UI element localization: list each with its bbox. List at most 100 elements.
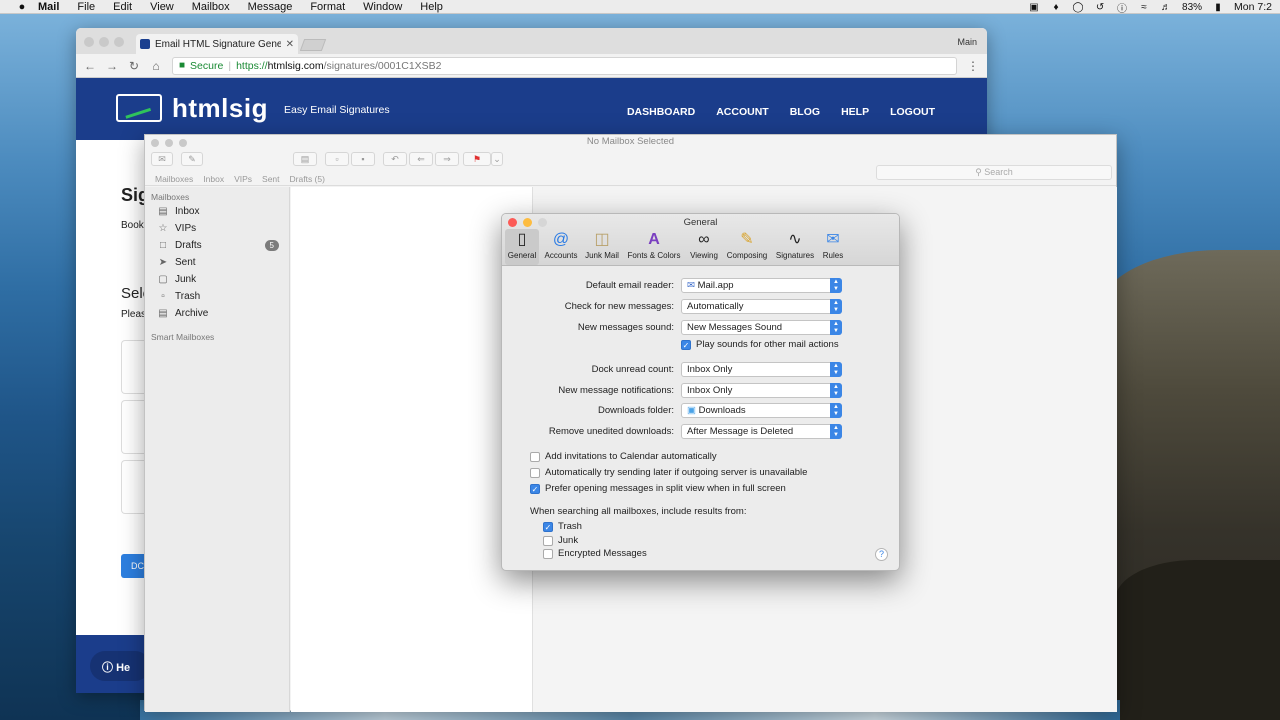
check-messages-select[interactable]: Automatically ▲ ▼ bbox=[681, 299, 842, 314]
tab-fonts-colors[interactable]: A Fonts & Colors bbox=[624, 229, 684, 265]
menu-help[interactable]: Help bbox=[420, 1, 443, 13]
tab-junk-mail[interactable]: ◫ Junk Mail bbox=[583, 229, 621, 265]
template-card[interactable] bbox=[121, 460, 145, 514]
wifi-icon[interactable]: ≈ bbox=[1138, 2, 1150, 13]
site-logo[interactable]: htmlsig bbox=[172, 93, 268, 124]
menu-mailbox[interactable]: Mailbox bbox=[192, 1, 230, 13]
volume-icon[interactable]: ♬ bbox=[1160, 2, 1172, 13]
menu-app-name[interactable]: Mail bbox=[38, 1, 59, 13]
menu-message[interactable]: Message bbox=[248, 1, 293, 13]
sidebar-item-trash[interactable]: ▫ Trash bbox=[157, 288, 287, 304]
archive-icon: ▤ bbox=[158, 307, 168, 319]
tab-general[interactable]: ▯ General bbox=[505, 229, 539, 265]
info-icon[interactable]: ⓘ bbox=[1116, 0, 1128, 15]
tab-viewing[interactable]: ∞ Viewing bbox=[687, 229, 721, 265]
screen-icon[interactable]: ▣ bbox=[1028, 2, 1040, 13]
apple-menu-icon[interactable]: ● bbox=[14, 1, 30, 13]
fav-vips[interactable]: VIPs bbox=[234, 174, 252, 184]
menu-edit[interactable]: Edit bbox=[113, 1, 132, 13]
send-later-checkbox[interactable]: Automatically try sending later if outgo… bbox=[530, 466, 807, 479]
help-widget-button[interactable]: ⓘ He bbox=[90, 651, 150, 681]
reply-all-icon[interactable]: ⇐ bbox=[409, 152, 433, 166]
nav-account[interactable]: ACCOUNT bbox=[716, 106, 769, 118]
menu-window[interactable]: Window bbox=[363, 1, 402, 13]
sidebar-item-archive[interactable]: ▤ Archive bbox=[157, 305, 287, 321]
url-host: htmlsig.com bbox=[267, 59, 324, 72]
menu-file[interactable]: File bbox=[77, 1, 95, 13]
field-check-messages: Check for new messages: Automatically ▲ ▼ bbox=[502, 299, 899, 315]
search-junk-checkbox[interactable]: Junk bbox=[543, 534, 578, 547]
flag-icon[interactable]: ⚑ bbox=[463, 152, 491, 166]
profile-name[interactable]: Main bbox=[957, 37, 977, 47]
nav-dashboard[interactable]: DASHBOARD bbox=[627, 106, 695, 118]
sidebar-item-sent[interactable]: ➤ Sent bbox=[157, 254, 287, 270]
fav-sent[interactable]: Sent bbox=[262, 174, 280, 184]
search-encrypted-checkbox[interactable]: Encrypted Messages bbox=[543, 547, 647, 560]
junk-button-icon[interactable]: ▪ bbox=[351, 152, 375, 166]
minimize-button[interactable] bbox=[99, 37, 109, 47]
delete-icon[interactable]: ▫ bbox=[325, 152, 349, 166]
split-view-checkbox[interactable]: ✓ Prefer opening messages in split view w… bbox=[530, 482, 786, 495]
timemachine-icon[interactable]: ↺ bbox=[1094, 2, 1106, 13]
close-button[interactable] bbox=[84, 37, 94, 47]
location-icon[interactable]: ◯ bbox=[1072, 2, 1084, 13]
search-trash-checkbox[interactable]: ✓ Trash bbox=[543, 520, 582, 533]
sidebar-item-vips[interactable]: ☆ VIPs bbox=[157, 220, 287, 236]
reload-icon[interactable]: ↻ bbox=[128, 59, 140, 73]
menu-view[interactable]: View bbox=[150, 1, 174, 13]
address-bar[interactable]: ■ Secure | https://htmlsig.com/signature… bbox=[172, 56, 957, 75]
zoom-button[interactable] bbox=[114, 37, 124, 47]
archive-button-icon[interactable]: ▤ bbox=[293, 152, 317, 166]
tab-rules[interactable]: ✉ Rules bbox=[820, 229, 846, 265]
get-mail-icon[interactable]: ✉ bbox=[151, 152, 173, 166]
preferences-window: General ▯ General @ Accounts ◫ Junk Mail AF… bbox=[501, 213, 900, 571]
menu-bar: ● Mail File Edit View Mailbox Message Fo… bbox=[0, 0, 1280, 15]
tab-composing[interactable]: ✎ Composing bbox=[724, 229, 770, 265]
new-sound-select[interactable]: New Messages Sound ▲ ▼ bbox=[681, 320, 842, 335]
browser-tab[interactable]: Email HTML Signature Generat ✕ bbox=[136, 34, 298, 54]
drafts-count-badge: 5 bbox=[264, 239, 279, 251]
help-button[interactable]: ? bbox=[875, 548, 888, 561]
home-icon[interactable]: ⌂ bbox=[150, 59, 162, 73]
logo-envelope-icon[interactable] bbox=[116, 94, 162, 122]
new-tab-button[interactable] bbox=[299, 39, 327, 51]
sidebar-item-junk[interactable]: ▢ Junk bbox=[157, 271, 287, 287]
nav-logout[interactable]: LOGOUT bbox=[890, 106, 935, 118]
menu-dots-icon[interactable]: ⋮ bbox=[967, 59, 979, 73]
checkmark-icon: ✓ bbox=[530, 483, 540, 494]
nav-blog[interactable]: BLOG bbox=[790, 106, 820, 118]
play-sounds-checkbox[interactable]: ✓ Play sounds for other mail actions bbox=[681, 338, 839, 351]
sidebar-item-drafts[interactable]: □ Drafts 5 bbox=[157, 237, 287, 253]
template-card[interactable] bbox=[121, 340, 145, 394]
notifications-select[interactable]: Inbox Only ▲ ▼ bbox=[681, 383, 842, 398]
switch-icon: ▯ bbox=[517, 231, 527, 248]
dropbox-icon[interactable]: ♦ bbox=[1050, 2, 1062, 13]
glasses-icon: ∞ bbox=[698, 231, 710, 248]
calendar-invitations-checkbox[interactable]: Add invitations to Calendar automaticall… bbox=[530, 450, 717, 463]
menu-format[interactable]: Format bbox=[310, 1, 345, 13]
fav-mailboxes[interactable]: Mailboxes bbox=[155, 174, 193, 184]
tab-signatures[interactable]: ∿ Signatures bbox=[773, 229, 817, 265]
dock-count-select[interactable]: Inbox Only ▲ ▼ bbox=[681, 362, 842, 377]
remove-downloads-select[interactable]: After Message is Deleted ▲ ▼ bbox=[681, 424, 842, 439]
close-tab-icon[interactable]: ✕ bbox=[286, 39, 294, 50]
template-card[interactable] bbox=[121, 400, 145, 454]
forward-mail-icon[interactable]: ⇒ bbox=[435, 152, 459, 166]
forward-icon[interactable]: → bbox=[106, 59, 118, 73]
fav-drafts[interactable]: Drafts (5) bbox=[290, 174, 325, 184]
back-icon[interactable]: ← bbox=[84, 59, 96, 73]
primary-button[interactable]: DC bbox=[121, 554, 145, 578]
sidebar-item-inbox[interactable]: ▤ Inbox bbox=[157, 203, 287, 219]
flag-menu-chevron-down-icon[interactable]: ⌄ bbox=[491, 152, 503, 166]
downloads-folder-select[interactable]: ▣ Downloads ▲ ▼ bbox=[681, 403, 842, 418]
nav-help[interactable]: HELP bbox=[841, 106, 869, 118]
clock[interactable]: Mon 7:2 bbox=[1234, 1, 1272, 13]
battery-percent[interactable]: 83% bbox=[1182, 2, 1202, 13]
battery-icon[interactable]: ▮ bbox=[1212, 2, 1224, 13]
message-list[interactable] bbox=[291, 187, 533, 712]
default-reader-select[interactable]: ✉ Mail.app ▲ ▼ bbox=[681, 278, 842, 293]
fav-inbox[interactable]: Inbox bbox=[203, 174, 224, 184]
tab-accounts[interactable]: @ Accounts bbox=[542, 229, 580, 265]
compose-icon[interactable]: ✎ bbox=[181, 152, 203, 166]
reply-icon[interactable]: ↶ bbox=[383, 152, 407, 166]
